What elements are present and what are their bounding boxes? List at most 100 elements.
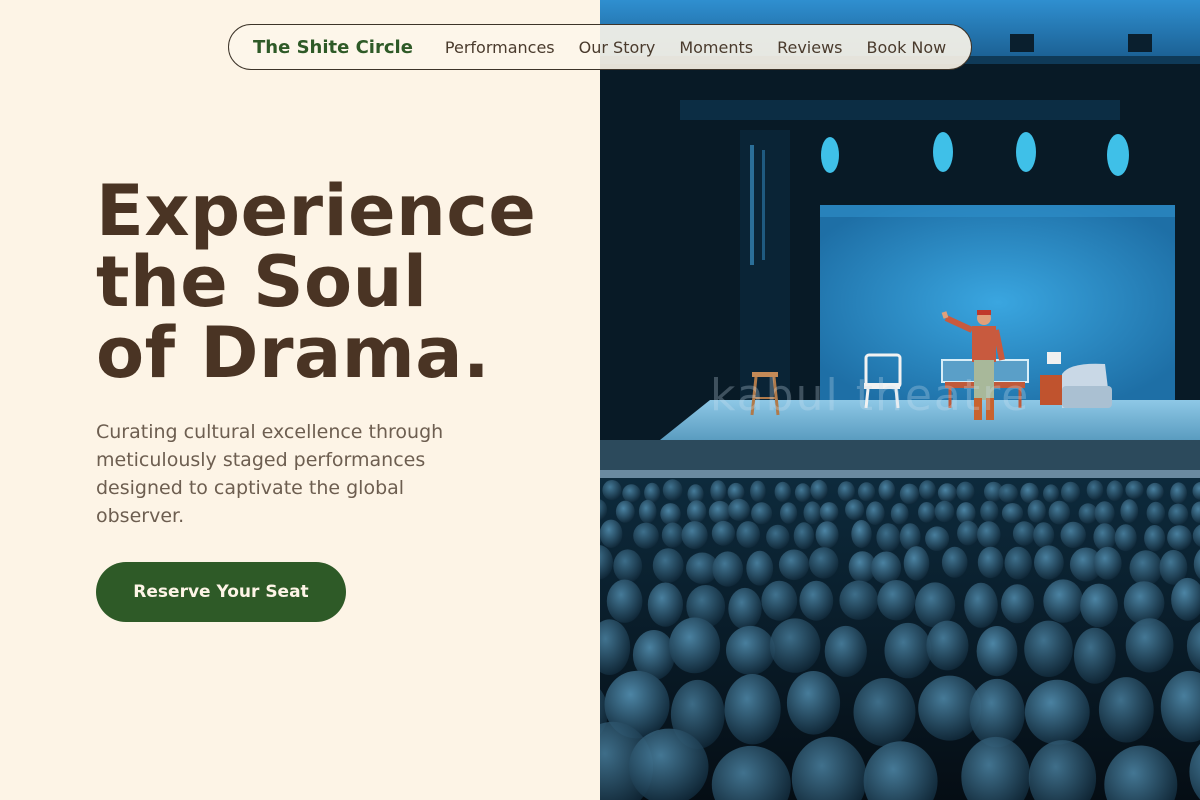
audience-head bbox=[1061, 481, 1080, 503]
audience-head bbox=[786, 671, 841, 735]
audience-head bbox=[1034, 545, 1064, 580]
audience-head bbox=[819, 502, 839, 523]
audience-head bbox=[1129, 550, 1163, 586]
audience-head bbox=[956, 502, 976, 525]
audience-head bbox=[600, 519, 623, 548]
audience-head bbox=[853, 678, 916, 747]
nav-link-reviews[interactable]: Reviews bbox=[777, 38, 842, 57]
headline-line-3: of Drama. bbox=[96, 312, 491, 394]
audience-head bbox=[824, 625, 867, 677]
audience-head bbox=[1144, 525, 1166, 552]
audience-head bbox=[712, 551, 743, 587]
brand-logo[interactable]: The Shite Circle bbox=[253, 37, 413, 58]
audience-head bbox=[660, 503, 681, 525]
nav-link-book-now[interactable]: Book Now bbox=[867, 38, 947, 57]
hero-headline: Experience the Soul of Drama. bbox=[96, 176, 576, 389]
audience-head bbox=[1024, 620, 1073, 677]
audience-head bbox=[1043, 579, 1084, 623]
audience-head bbox=[977, 546, 1004, 579]
audience-head bbox=[1048, 500, 1070, 525]
audience-head bbox=[877, 580, 916, 621]
audience-head bbox=[934, 500, 955, 523]
audience-head bbox=[606, 579, 643, 623]
audience-head bbox=[766, 524, 790, 550]
audience-head bbox=[919, 480, 936, 500]
audience-head bbox=[1086, 480, 1104, 500]
audience-head bbox=[1012, 521, 1036, 546]
audience-head bbox=[661, 522, 684, 548]
audience-head bbox=[736, 521, 760, 548]
hero-left-panel: Experience the Soul of Drama. Curating c… bbox=[0, 0, 600, 800]
audience-head bbox=[727, 482, 745, 502]
nav-link-moments[interactable]: Moments bbox=[679, 38, 753, 57]
audience-head bbox=[652, 548, 684, 583]
nav-link-performances[interactable]: Performances bbox=[445, 38, 555, 57]
audience-head bbox=[925, 526, 950, 551]
audience-head bbox=[899, 483, 919, 505]
audience-head bbox=[1080, 583, 1118, 628]
audience-head bbox=[1033, 522, 1055, 548]
audience-head bbox=[728, 587, 762, 630]
audience-head bbox=[1043, 484, 1059, 503]
audience-head bbox=[1001, 502, 1024, 524]
audience-head bbox=[1094, 501, 1115, 525]
audience-head bbox=[778, 549, 810, 581]
audience-head bbox=[956, 481, 975, 502]
headline-line-1: Experience bbox=[96, 170, 537, 252]
audience-head bbox=[937, 483, 957, 503]
audience-head bbox=[794, 483, 811, 503]
hero-subtext: Curating cultural excellence through met… bbox=[96, 421, 444, 527]
audience-head bbox=[708, 500, 731, 524]
audience-head bbox=[686, 500, 707, 523]
audience-head bbox=[622, 484, 641, 503]
audience-head bbox=[644, 482, 661, 503]
audience-head bbox=[884, 622, 932, 679]
audience-head bbox=[878, 479, 896, 501]
audience-head bbox=[769, 618, 821, 673]
reserve-seat-button[interactable]: Reserve Your Seat bbox=[96, 562, 346, 622]
audience-head bbox=[711, 520, 735, 546]
audience-head bbox=[1125, 480, 1144, 499]
audience-head bbox=[615, 500, 635, 523]
audience-head bbox=[926, 620, 969, 671]
audience-head bbox=[1106, 480, 1124, 502]
audience-head bbox=[1146, 482, 1164, 501]
audience-head bbox=[681, 521, 708, 550]
audience-head bbox=[1004, 546, 1032, 580]
audience-head bbox=[964, 582, 998, 628]
audience-head bbox=[1027, 499, 1046, 523]
audience-head bbox=[1168, 503, 1189, 525]
audience-head bbox=[774, 481, 791, 502]
audience-head bbox=[957, 520, 979, 546]
audience-head bbox=[876, 523, 901, 552]
audience-head bbox=[1098, 677, 1154, 743]
audience-head bbox=[941, 546, 968, 578]
audience-head bbox=[1146, 501, 1165, 525]
audience-head bbox=[845, 499, 865, 521]
image-watermark: kabul theatre bbox=[710, 370, 1031, 421]
audience-head bbox=[751, 502, 773, 525]
audience-head bbox=[780, 502, 798, 524]
audience-head bbox=[662, 479, 683, 501]
audience-head bbox=[851, 520, 872, 548]
nav-link-our-story[interactable]: Our Story bbox=[579, 38, 656, 57]
audience-head bbox=[1167, 525, 1192, 551]
audience-head bbox=[633, 522, 659, 549]
audience-head bbox=[899, 523, 921, 551]
audience-head bbox=[977, 521, 1001, 548]
audience-head bbox=[871, 551, 902, 584]
theatre-stage-image: kabul theatre bbox=[600, 0, 1200, 800]
audience-head bbox=[809, 547, 839, 579]
audience-head bbox=[1073, 627, 1116, 684]
audience-head bbox=[613, 549, 643, 583]
audience-head bbox=[750, 480, 766, 502]
audience-head bbox=[918, 502, 936, 523]
audience-head bbox=[815, 521, 839, 549]
top-navigation: The Shite Circle Performances Our Story … bbox=[228, 24, 972, 70]
audience-head bbox=[726, 625, 775, 675]
audience-head bbox=[647, 582, 683, 627]
audience-head bbox=[810, 479, 828, 501]
audience-head bbox=[857, 482, 876, 502]
audience-head bbox=[638, 499, 657, 524]
audience-head bbox=[1123, 581, 1165, 625]
